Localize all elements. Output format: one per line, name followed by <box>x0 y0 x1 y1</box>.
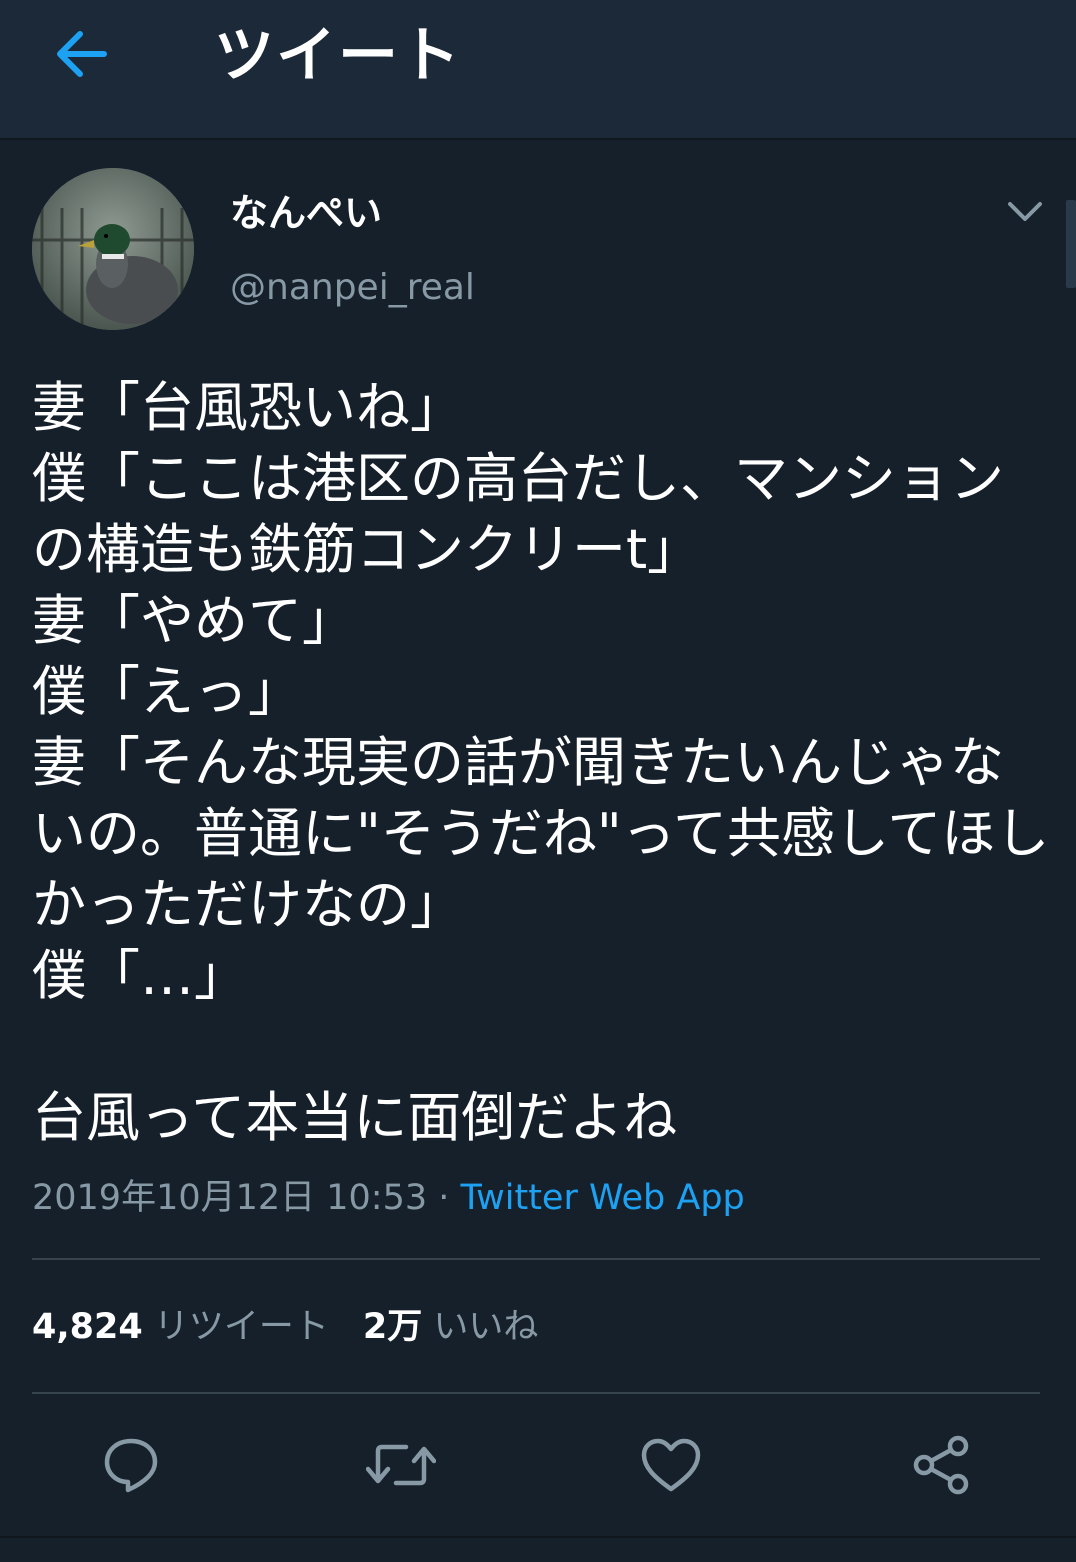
tweet-source-link[interactable]: Twitter Web App <box>461 1178 745 1218</box>
tweet-timestamp[interactable]: 2019年10月12日 10:53 <box>32 1178 427 1218</box>
like-stat[interactable]: 2万 いいね <box>363 1307 539 1347</box>
like-label: いいね <box>433 1307 539 1347</box>
back-button[interactable] <box>44 22 116 86</box>
retweet-label: リツイート <box>153 1307 329 1347</box>
heart-icon <box>641 1438 701 1492</box>
author-display-name[interactable]: なんぺい <box>230 190 382 236</box>
divider <box>32 1392 1040 1394</box>
like-count: 2万 <box>362 1307 423 1347</box>
retweet-icon <box>366 1444 436 1486</box>
scrollbar[interactable] <box>1066 200 1076 288</box>
tweet-meta: 2019年10月12日 10:53 · Twitter Web App <box>32 1176 745 1220</box>
tweet-text: 妻「台風恐いね」 僕「ここは港区の高台だし、マンションの構造も鉄筋コンクリーt」… <box>32 376 1050 1149</box>
more-options-button[interactable] <box>1000 190 1050 234</box>
top-app-bar: ツイート <box>0 0 1076 140</box>
tweet-detail-screen: ツイート なんぺい @nanpei_real 妻「台風恐いね」 僕「ここは港区の… <box>0 0 1076 1562</box>
reply-button[interactable] <box>96 1430 166 1500</box>
engagement-stats: 4,824 リツイート 2万 いいね <box>32 1304 538 1350</box>
share-icon <box>913 1435 969 1495</box>
retweet-button[interactable] <box>366 1430 436 1500</box>
divider <box>0 1536 1076 1538</box>
retweet-stat[interactable]: 4,824 リツイート <box>32 1307 329 1347</box>
duck-avatar-image <box>32 168 194 330</box>
avatar[interactable] <box>32 168 194 330</box>
divider <box>32 1258 1040 1260</box>
author-handle[interactable]: @nanpei_real <box>230 266 475 310</box>
page-title: ツイート <box>214 21 462 91</box>
meta-separator: · <box>427 1178 461 1218</box>
chevron-down-icon <box>1008 202 1042 221</box>
retweet-count: 4,824 <box>32 1307 143 1347</box>
like-button[interactable] <box>636 1430 706 1500</box>
arrow-left-icon <box>57 31 107 77</box>
share-button[interactable] <box>906 1430 976 1500</box>
reply-icon <box>104 1438 158 1493</box>
